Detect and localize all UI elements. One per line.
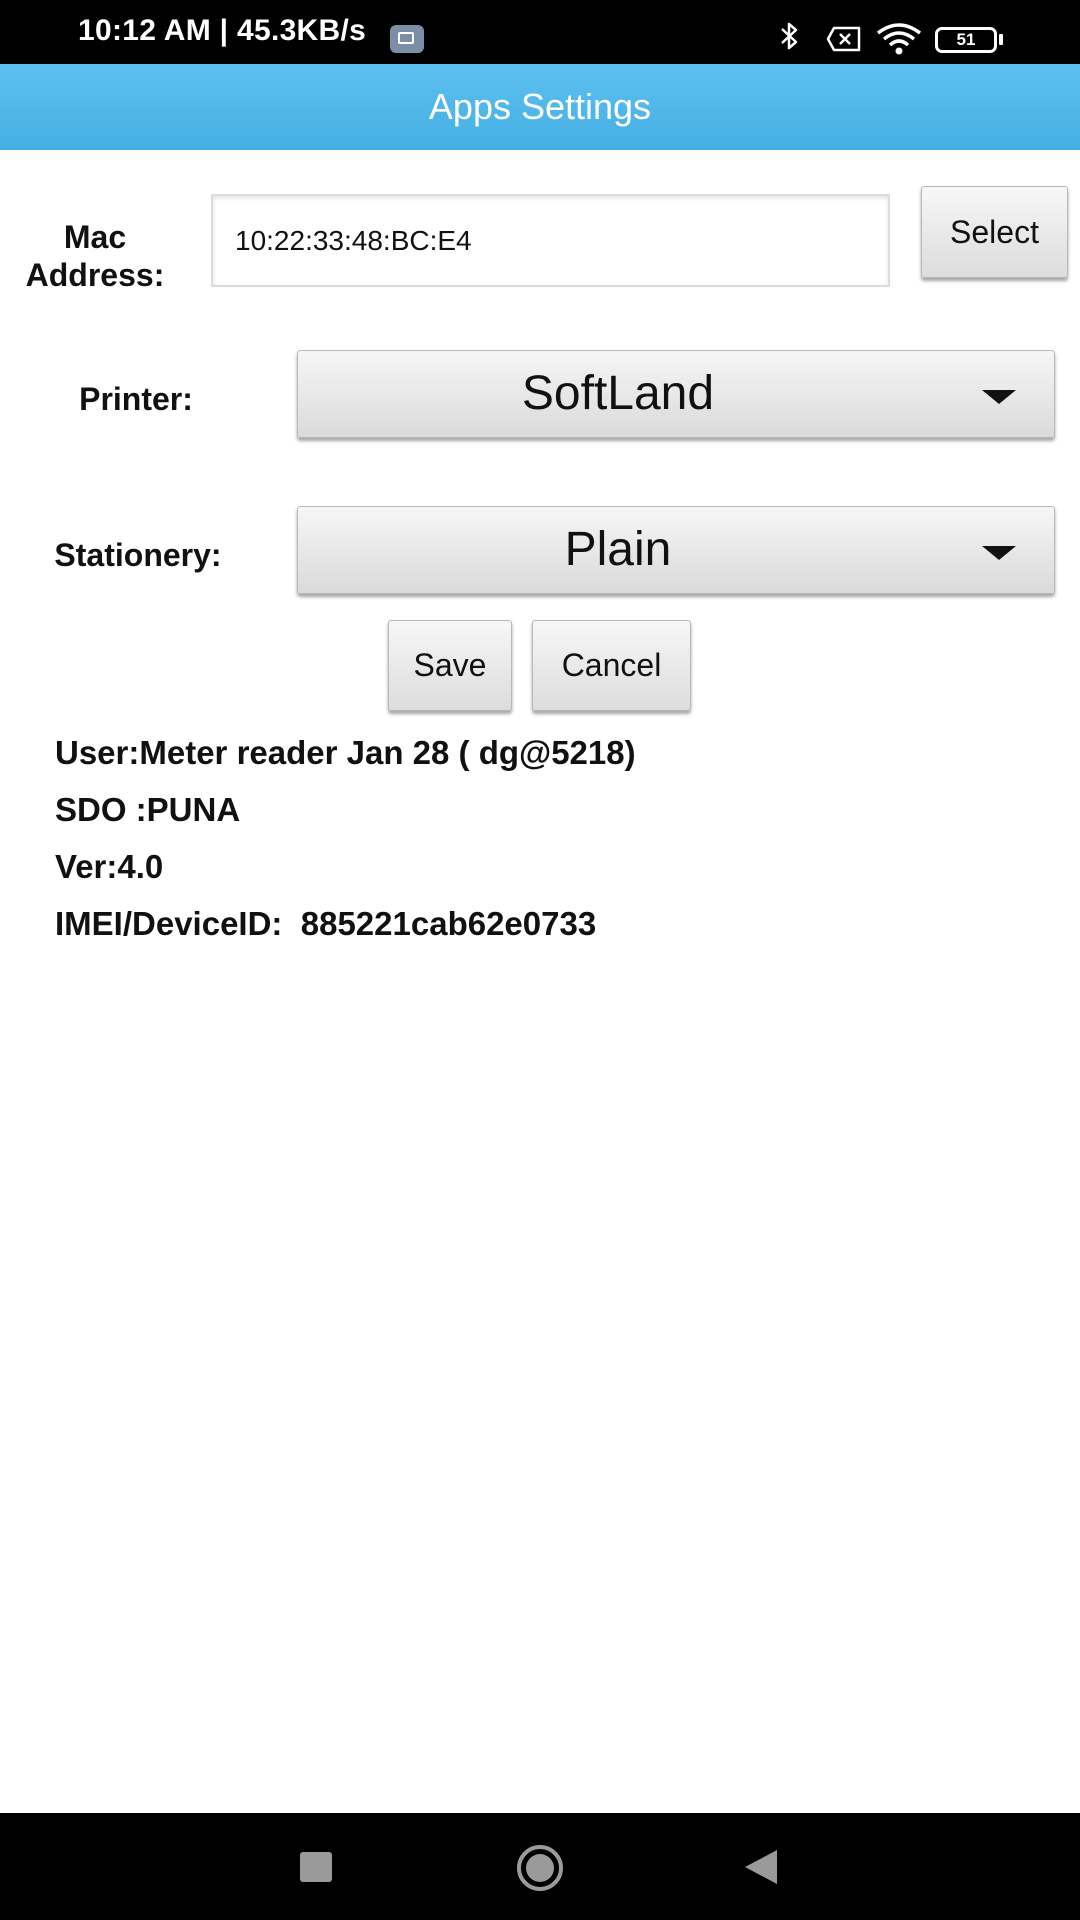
status-bar: 10:12 AM | 45.3KB/s 51 — [0, 0, 1080, 64]
printer-selected-value: SoftLand — [521, 367, 715, 420]
stationery-label: Stationery: — [54, 537, 222, 573]
battery-tip — [999, 34, 1003, 45]
mac-label-line2: Address: — [25, 257, 165, 293]
recents-icon[interactable] — [300, 1852, 332, 1882]
version-info: Ver:4.0 — [55, 848, 164, 885]
no-sim-icon — [826, 26, 861, 52]
gallery-icon — [390, 25, 424, 53]
page-title: Apps Settings — [428, 86, 652, 127]
battery-icon: 51 — [935, 27, 997, 53]
sdo-info: SDO :PUNA — [55, 791, 241, 828]
mac-address-label: Mac Address: — [10, 218, 180, 294]
app-header: Apps Settings — [0, 64, 1080, 150]
wifi-icon — [876, 23, 922, 55]
cancel-button[interactable]: Cancel — [532, 620, 691, 711]
stationery-selected-value: Plain — [564, 523, 672, 576]
chevron-down-icon — [982, 546, 1016, 560]
printer-dropdown[interactable]: SoftLand — [297, 350, 1055, 438]
home-icon[interactable] — [517, 1845, 563, 1891]
status-time-speed: 10:12 AM | 45.3KB/s — [78, 14, 367, 47]
stationery-dropdown[interactable]: Plain — [297, 506, 1055, 594]
back-icon[interactable] — [745, 1850, 777, 1884]
imei-info: IMEI/DeviceID: 885221cab62e0733 — [55, 905, 597, 942]
printer-label: Printer: — [79, 381, 193, 417]
chevron-down-icon — [982, 390, 1016, 404]
save-button[interactable]: Save — [388, 620, 512, 711]
mac-label-line1: Mac — [63, 219, 127, 255]
bluetooth-icon — [781, 22, 798, 50]
mac-address-input[interactable]: 10:22:33:48:BC:E4 — [211, 194, 890, 287]
select-button[interactable]: Select — [921, 186, 1068, 278]
user-info: User:Meter reader Jan 28 ( dg@5218) — [55, 734, 636, 771]
